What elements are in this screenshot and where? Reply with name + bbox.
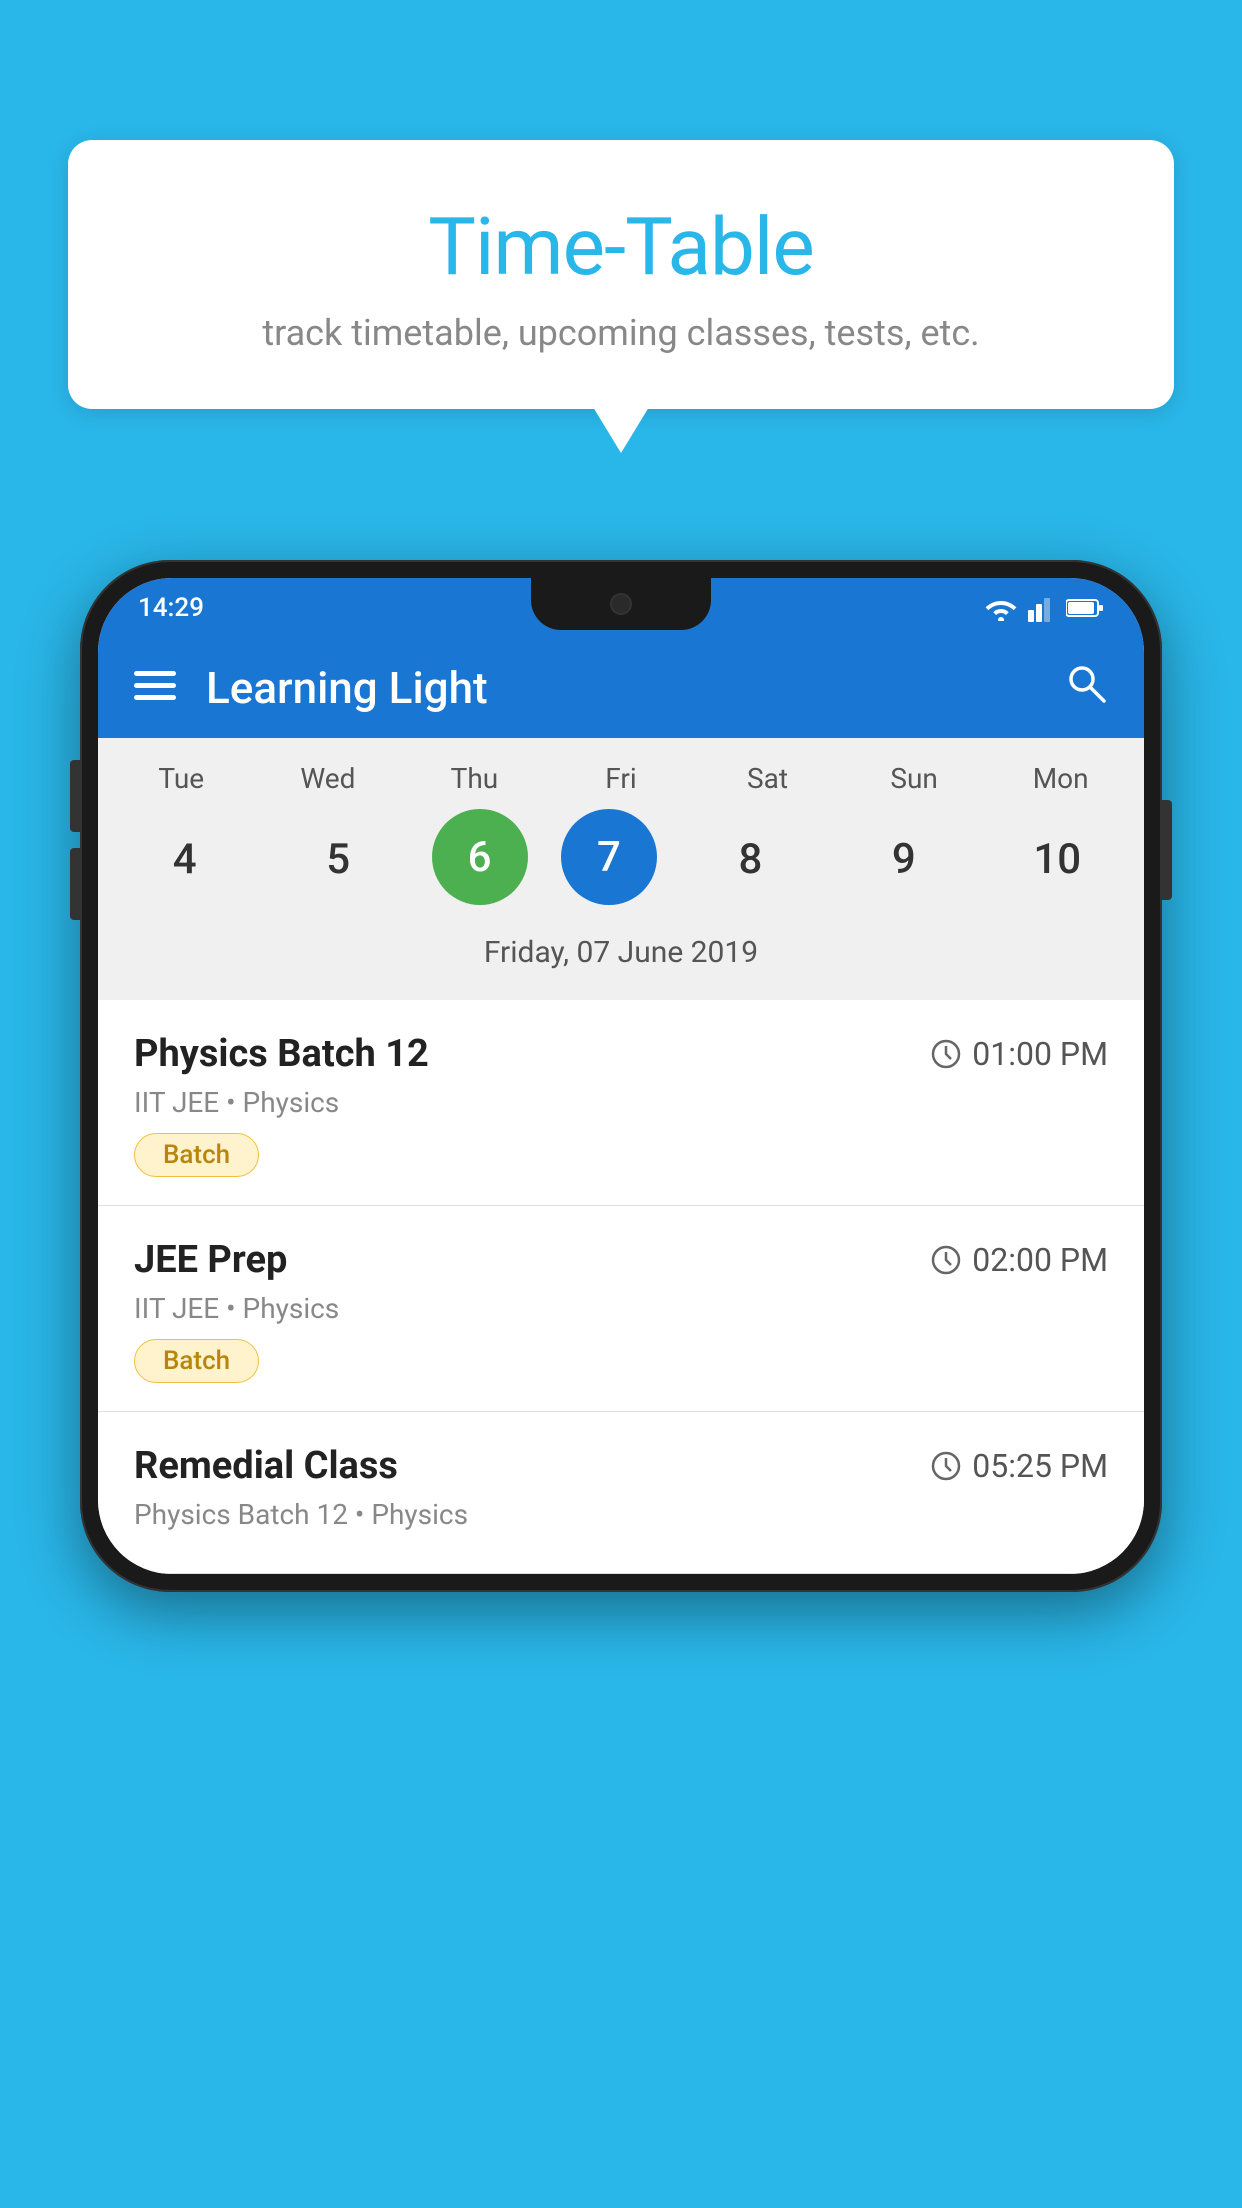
schedule-list: Physics Batch 12 01:00 PM IIT JEE • Phys… [98,1000,1144,1574]
schedule-time-label-1: 01:00 PM [972,1035,1108,1073]
bubble-subtitle: track timetable, upcoming classes, tests… [128,312,1114,354]
phone-mockup: 14:29 [80,560,1162,1592]
date-label: Friday, 07 June 2019 [98,927,1144,990]
day-header-sun: Sun [854,762,974,795]
day-headers: Tue Wed Thu Fri Sat Sun Mon [98,762,1144,795]
schedule-item-3[interactable]: Remedial Class 05:25 PM Physics Batch 12… [98,1412,1144,1574]
clock-icon-1 [930,1038,962,1070]
speech-bubble: Time-Table track timetable, upcoming cla… [68,140,1174,409]
signal-icon [1028,594,1056,622]
camera [610,593,632,615]
speech-bubble-container: Time-Table track timetable, upcoming cla… [68,140,1174,409]
batch-badge-2: Batch [134,1339,259,1383]
phone-screen: 14:29 [98,578,1144,1574]
schedule-row1-2: JEE Prep 02:00 PM [134,1238,1108,1282]
day-header-sat: Sat [708,762,828,795]
schedule-item-1[interactable]: Physics Batch 12 01:00 PM IIT JEE • Phys… [98,1000,1144,1206]
schedule-time-3: 05:25 PM [930,1447,1108,1485]
day-10[interactable]: 10 [997,809,1117,909]
power-button [1162,800,1172,900]
schedule-row1-3: Remedial Class 05:25 PM [134,1444,1108,1488]
schedule-name-2: JEE Prep [134,1238,287,1282]
schedule-time-label-2: 02:00 PM [972,1241,1108,1279]
schedule-time-1: 01:00 PM [930,1035,1108,1073]
day-7-selected[interactable]: 7 [561,809,657,905]
schedule-item-2[interactable]: JEE Prep 02:00 PM IIT JEE • Physics Batc… [98,1206,1144,1412]
volume-down [70,848,80,920]
schedule-name-3: Remedial Class [134,1444,398,1488]
day-6-today[interactable]: 6 [432,809,528,905]
wifi-icon [984,595,1018,621]
schedule-subtitle-3: Physics Batch 12 • Physics [134,1498,1108,1531]
batch-badge-1: Batch [134,1133,259,1177]
battery-icon [1066,597,1104,619]
schedule-name-1: Physics Batch 12 [134,1032,429,1076]
day-5[interactable]: 5 [278,809,398,909]
schedule-subtitle-1: IIT JEE • Physics [134,1086,1108,1119]
day-header-fri: Fri [561,762,681,795]
status-time: 14:29 [138,593,204,623]
search-button[interactable] [1064,661,1108,715]
volume-buttons [70,760,80,920]
day-numbers: 4 5 6 7 8 9 10 [98,809,1144,909]
schedule-row1-1: Physics Batch 12 01:00 PM [134,1032,1108,1076]
day-header-wed: Wed [268,762,388,795]
phone-notch [531,578,711,630]
clock-icon-3 [930,1450,962,1482]
status-icons [984,594,1104,622]
day-header-mon: Mon [1001,762,1121,795]
calendar-section: Tue Wed Thu Fri Sat Sun Mon 4 5 6 7 8 9 … [98,738,1144,1000]
phone-outer: 14:29 [80,560,1162,1592]
app-bar: Learning Light [98,638,1144,738]
clock-icon-2 [930,1244,962,1276]
schedule-time-label-3: 05:25 PM [972,1447,1108,1485]
hamburger-icon[interactable] [134,668,176,708]
day-8[interactable]: 8 [690,809,810,909]
day-9[interactable]: 9 [844,809,964,909]
schedule-time-2: 02:00 PM [930,1241,1108,1279]
day-header-tue: Tue [121,762,241,795]
volume-up [70,760,80,832]
day-4[interactable]: 4 [125,809,245,909]
app-bar-title: Learning Light [206,662,1064,714]
day-header-thu: Thu [414,762,534,795]
schedule-subtitle-2: IIT JEE • Physics [134,1292,1108,1325]
bubble-title: Time-Table [128,200,1114,294]
